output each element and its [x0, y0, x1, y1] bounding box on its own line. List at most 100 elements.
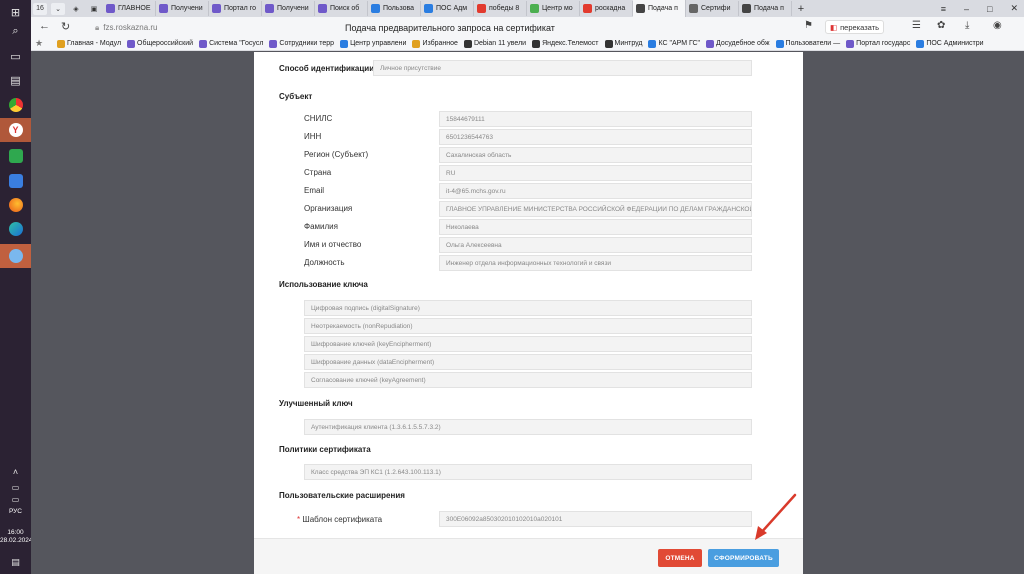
- tab-favicon-icon: [265, 4, 274, 13]
- browser-tab[interactable]: Сертифи: [686, 1, 739, 16]
- pinned-tab-icon[interactable]: ◈: [69, 3, 83, 15]
- app-store-icon[interactable]: [4, 171, 27, 191]
- browser-tab[interactable]: Пользова: [368, 1, 421, 16]
- tab-favicon-icon: [371, 4, 380, 13]
- bookmark-item[interactable]: Досудебное обж: [706, 39, 770, 48]
- tab-favicon-icon: [530, 4, 539, 13]
- new-tab-icon[interactable]: +: [794, 3, 808, 15]
- submit-button[interactable]: СФОРМИРОВАТЬ: [708, 549, 779, 567]
- tabs-container: ГЛАВНОЕ Получени Портал го Получени Поиск об…: [103, 0, 792, 17]
- maximize-icon[interactable]: □: [987, 4, 992, 14]
- firefox-icon[interactable]: [4, 195, 27, 215]
- language-indicator[interactable]: РУС: [0, 508, 31, 515]
- downloads-icon[interactable]: ☰: [912, 20, 921, 31]
- taskbar: ⊞ ⌕ ▭ ▤ Y ˄ ▭ ▭ РУС 16:00 28.02.2024 ▤: [0, 0, 33, 574]
- edge-icon[interactable]: [4, 219, 27, 239]
- subject-field-label: СНИЛС: [304, 114, 333, 123]
- ident-method-field: Личное присутствие: [373, 60, 752, 76]
- tabs-dropdown-icon[interactable]: ⌄: [51, 2, 65, 15]
- bookmark-item[interactable]: КС "АРМ ГС": [648, 39, 700, 48]
- extension-icon[interactable]: ✿: [937, 20, 945, 31]
- red-arrow-annotation: [755, 493, 797, 540]
- task-view-icon[interactable]: ▭: [4, 46, 27, 66]
- bookmark-item[interactable]: Центр управлени: [340, 39, 406, 48]
- bookmark-icon[interactable]: ⚑: [804, 20, 813, 31]
- messenger-icon[interactable]: [4, 146, 27, 166]
- bookmark-item[interactable]: Минтруд: [604, 39, 642, 48]
- bookmark-item[interactable]: Портал государс: [846, 39, 910, 48]
- subject-field-value: Сахалинская область: [439, 147, 752, 163]
- reload-icon[interactable]: ↻: [61, 20, 70, 33]
- display-icon[interactable]: ▭: [4, 489, 27, 509]
- bookmark-item[interactable]: Пользователи —: [775, 39, 840, 48]
- browser-tab[interactable]: Центр мо: [527, 1, 580, 16]
- address-bar[interactable]: 🔒︎ fzs.roskazna.ru Подача предварительно…: [95, 20, 851, 35]
- bookmark-item[interactable]: Debian 11 увели: [463, 39, 526, 48]
- minimize-icon[interactable]: –: [964, 4, 969, 14]
- bookmark-label: Главная - Модул: [67, 40, 122, 47]
- bookmark-item[interactable]: Главная - Модул: [57, 39, 122, 48]
- tab-favicon-icon: [212, 4, 221, 13]
- yandex-browser-icon[interactable]: Y: [0, 118, 31, 142]
- subject-field-value: Ольга Алексеевна: [439, 237, 752, 253]
- browser-tab[interactable]: ГЛАВНОЕ: [103, 1, 156, 16]
- browser-tab[interactable]: Получени: [262, 1, 315, 16]
- chrome-icon[interactable]: [4, 95, 27, 115]
- notifications-icon[interactable]: ▤: [4, 552, 27, 572]
- bookmark-item[interactable]: Яндекс.Телемост: [532, 39, 599, 48]
- translate-icon: ◧: [830, 22, 838, 32]
- tab-count-button[interactable]: 16: [33, 2, 47, 15]
- menu-icon[interactable]: ≡: [941, 4, 946, 14]
- ident-method-label: Способ идентификации: [279, 64, 375, 73]
- profile-icon[interactable]: ◉: [993, 20, 1002, 31]
- browser-tab[interactable]: Подача п: [633, 0, 686, 17]
- template-field[interactable]: 300E06092a850302010102010a020101: [439, 511, 752, 527]
- required-asterisk: *: [297, 515, 301, 524]
- tab-label: Подача п: [754, 5, 784, 12]
- subject-field-value: RU: [439, 165, 752, 181]
- bookmarks-star-icon[interactable]: ★: [35, 38, 43, 49]
- template-label: * Шаблон сертификата: [297, 515, 383, 524]
- key-usage-item: Неотрекаемость (nonRepudiation): [304, 318, 752, 334]
- browser-tab[interactable]: Получени: [156, 1, 209, 16]
- browser-tab[interactable]: Поиск об: [315, 1, 368, 16]
- search-icon[interactable]: ⌕: [4, 21, 27, 41]
- browser-tab[interactable]: роскадна: [580, 1, 633, 16]
- subject-field-value: 15844679111: [439, 111, 752, 127]
- bookmark-label: Общероссийский: [137, 40, 194, 47]
- tab-favicon-icon: [636, 4, 645, 13]
- bookmark-item[interactable]: Общероссийский: [127, 39, 194, 48]
- subject-field-value: it-4@65.mchs.gov.ru: [439, 183, 752, 199]
- translate-button[interactable]: ◧ переказать: [825, 20, 884, 34]
- bookmark-item[interactable]: Избранное: [412, 39, 458, 48]
- pinned-tab-icon-2[interactable]: ▣: [87, 3, 101, 15]
- vm-app-icon[interactable]: [0, 244, 31, 268]
- bookmark-favicon-icon: [340, 39, 349, 48]
- cancel-button[interactable]: ОТМЕНА: [658, 549, 702, 567]
- browser-tab[interactable]: Подача п: [739, 1, 792, 16]
- download-arrow-icon[interactable]: ⤓: [965, 20, 969, 31]
- tab-label: Пользова: [383, 5, 415, 12]
- terminal-icon[interactable]: ▤: [4, 70, 27, 90]
- bookmark-item[interactable]: Система "Госусл: [199, 39, 263, 48]
- bookmark-item[interactable]: Сотрудники терр: [269, 39, 334, 48]
- subject-field-label: Должность: [304, 258, 345, 267]
- key-usage-item: Шифрование ключей (keyEncipherment): [304, 336, 752, 352]
- browser-tab-strip: 16 ⌄ ◈ ▣ ГЛАВНОЕ Получени Портал го Получен…: [31, 0, 1024, 17]
- bookmark-favicon-icon: [463, 39, 472, 48]
- subject-field-label: Фамилия: [304, 222, 338, 231]
- back-icon[interactable]: ←: [39, 20, 50, 32]
- browser-tab[interactable]: Портал го: [209, 1, 262, 16]
- custom-ext-section-title: Пользовательские расширения: [279, 491, 405, 500]
- subject-field-value: ГЛАВНОЕ УПРАВЛЕНИЕ МИНИСТЕРСТВА РОССИЙСК…: [439, 201, 752, 217]
- browser-tab[interactable]: ПОС Адм: [421, 1, 474, 16]
- bookmark-item[interactable]: ПОС Администри: [916, 39, 984, 48]
- clock-date[interactable]: 28.02.2024: [0, 537, 33, 544]
- close-icon[interactable]: ✕: [1010, 3, 1018, 14]
- windows-start-icon[interactable]: ⊞: [4, 2, 27, 22]
- browser-tab[interactable]: победы 8: [474, 1, 527, 16]
- clock-time[interactable]: 16:00: [0, 529, 31, 536]
- subject-field-label: Имя и отчество: [304, 240, 362, 249]
- key-usage-item: Согласование ключей (keyAgreement): [304, 372, 752, 388]
- ext-key-field: Аутентификация клиента (1.3.6.1.5.5.7.3.…: [304, 419, 752, 435]
